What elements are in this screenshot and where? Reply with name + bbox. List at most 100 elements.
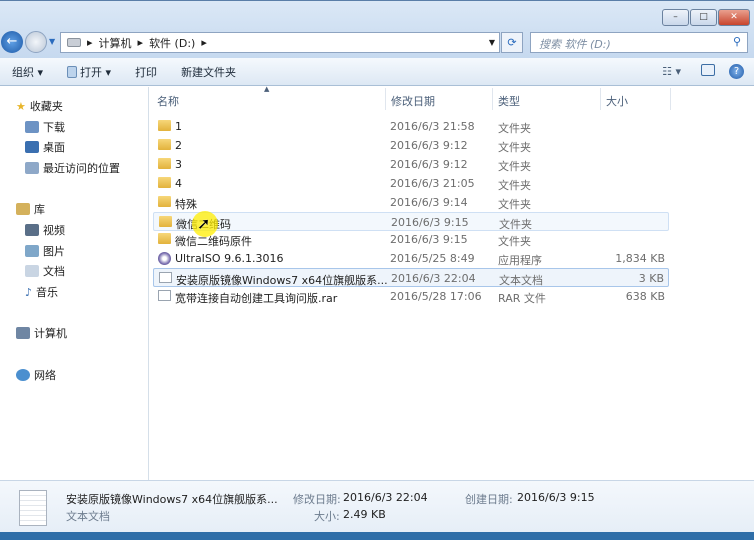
sidebar-label: 库 [34,203,45,216]
sidebar-label: 计算机 [34,327,67,340]
file-type: 文件夹 [498,159,531,173]
chevron-right-icon: ▸ [87,36,93,49]
documents-icon [25,265,39,277]
file-date: 2016/6/3 21:58 [390,120,475,133]
back-button[interactable]: ← [1,31,23,53]
file-date: 2016/6/3 9:12 [390,138,468,152]
folder-icon [158,195,171,207]
print-button[interactable]: 打印 [123,64,169,80]
pictures-icon [25,245,39,257]
column-header-type[interactable]: 类型 [498,93,520,109]
file-row[interactable]: 安装原版镜像Windows7 x64位旗舰版系... 2016/6/3 22:04… [153,268,669,288]
sidebar-item-libraries[interactable]: 库 [16,201,45,217]
open-button[interactable]: 打开 ▾ [55,64,123,80]
mouse-pointer-icon: ➚ [197,214,211,233]
forward-button[interactable] [25,31,47,53]
preview-pane-button[interactable] [693,64,723,79]
ultraiso-icon [158,252,171,266]
drive-icon [67,38,81,47]
sidebar-item-documents[interactable]: 文档 [25,263,65,279]
minimize-button[interactable]: – [662,9,689,26]
file-row[interactable]: 特殊 2016/6/3 9:14 文件夹 [153,193,669,212]
sidebar-item-favorites[interactable]: ★ 收藏夹 [16,98,63,114]
size-value: 2.49 KB [343,508,386,521]
refresh-button[interactable]: ⟳ [501,32,523,53]
created-value: 2016/6/3 9:15 [517,491,595,504]
libraries-icon [16,203,30,215]
folder-icon [158,138,171,150]
chevron-right-icon: ▸ [137,36,144,49]
column-header-date[interactable]: 修改日期 [391,93,435,109]
file-name: 特殊 [175,197,197,211]
sidebar-label: 下载 [43,121,65,134]
file-row[interactable]: 4 2016/6/3 21:05 文件夹 [153,174,669,193]
file-name: 4 [175,176,182,190]
address-bar[interactable]: ▸ 计算机 ▸ 软件 (D:) ▸ ▼ [60,32,500,53]
file-name: 1 [175,120,182,133]
sidebar-item-network[interactable]: 网络 [16,367,56,383]
help-button[interactable]: ? [723,64,754,79]
file-size: 3 KB [638,272,664,286]
column-headers: 名称 ▲ 修改日期 类型 大小 [150,85,754,110]
address-dropdown-icon[interactable]: ▼ [489,38,495,47]
sidebar-item-desktop[interactable]: 桌面 [25,139,65,155]
network-icon [16,369,30,381]
column-header-size[interactable]: 大小 [606,93,628,109]
file-row[interactable]: 2 2016/6/3 9:12 文件夹 [153,136,669,155]
videos-icon [25,224,39,236]
search-icon: ⚲ [732,35,741,48]
close-button[interactable]: ✕ [718,9,750,26]
music-icon: ♪ [25,285,33,299]
maximize-button[interactable]: □ [690,9,717,26]
breadcrumb-computer[interactable]: 计算机 [99,35,132,51]
view-options-button[interactable]: ☷ ▾ [650,65,693,78]
file-row[interactable]: 1 2016/6/3 21:58 文件夹 [153,117,669,136]
sidebar-item-videos[interactable]: 视频 [25,222,65,238]
file-type: 文件夹 [498,122,531,135]
file-row[interactable]: 宽带连接自动创建工具询问版.rar 2016/5/28 17:06 RAR 文件 63… [153,287,669,306]
sidebar-item-downloads[interactable]: 下载 [25,119,65,135]
sidebar-label: 图片 [43,245,65,258]
sidebar-item-music[interactable]: ♪ 音乐 [25,284,58,300]
file-type: RAR 文件 [498,292,546,306]
file-row[interactable]: 3 2016/6/3 9:12 文件夹 [153,155,669,174]
file-date: 2016/6/3 9:15 [391,215,469,229]
star-icon: ★ [16,99,26,113]
file-type: 文件夹 [498,197,531,211]
search-input[interactable]: 搜索 软件 (D:) ⚲ [530,32,748,53]
file-icon [158,290,171,302]
file-row[interactable]: 微信二维码原件 2016/6/3 9:15 文件夹 [153,230,669,249]
file-name: 微信二维码原件 [175,235,252,249]
organize-button[interactable]: 组织 ▾ [0,64,55,80]
file-type: 文本文档 [499,274,543,288]
folder-icon [159,215,172,227]
sidebar-item-computer[interactable]: 计算机 [16,325,67,341]
new-folder-button[interactable]: 新建文件夹 [169,64,248,80]
file-size: 638 KB [625,290,665,304]
recent-places-icon [25,162,39,174]
details-pane: 安装原版镜像Windows7 x64位旗舰版系... 文本文档 修改日期: 20… [0,480,754,532]
open-icon [67,65,78,78]
sidebar-label: 视频 [43,224,65,237]
file-row[interactable]: 微信二维码2016/6/3 9:15文件夹 [153,211,669,231]
breadcrumb-drive-d[interactable]: 软件 (D:) [149,35,195,51]
computer-icon [16,327,30,339]
file-date: 2016/5/25 8:49 [390,252,475,266]
text-document-icon [19,490,47,526]
file-size: 1,834 KB [615,252,665,266]
recent-pages-dropdown[interactable]: ▼ [49,37,55,46]
sidebar-item-recent[interactable]: 最近访问的位置 [25,160,120,176]
sidebar-label: 桌面 [43,141,65,154]
sidebar-label: 音乐 [36,286,59,299]
sidebar-label: 网络 [34,369,56,382]
file-row[interactable]: UltraISO 9.6.1.3016 2016/5/25 8:49 应用程序 1,8… [153,249,669,268]
file-type: 文件夹 [498,178,531,192]
column-header-name[interactable]: 名称 [157,93,179,109]
file-type: 应用程序 [498,254,542,268]
sidebar-item-pictures[interactable]: 图片 [25,243,65,259]
preview-pane-icon [701,64,715,76]
sidebar-label: 最近访问的位置 [43,162,120,175]
sort-arrow-icon: ▲ [264,85,270,93]
sidebar-label: 文档 [43,265,65,278]
file-name: 安装原版镜像Windows7 x64位旗舰版系... [176,274,388,288]
